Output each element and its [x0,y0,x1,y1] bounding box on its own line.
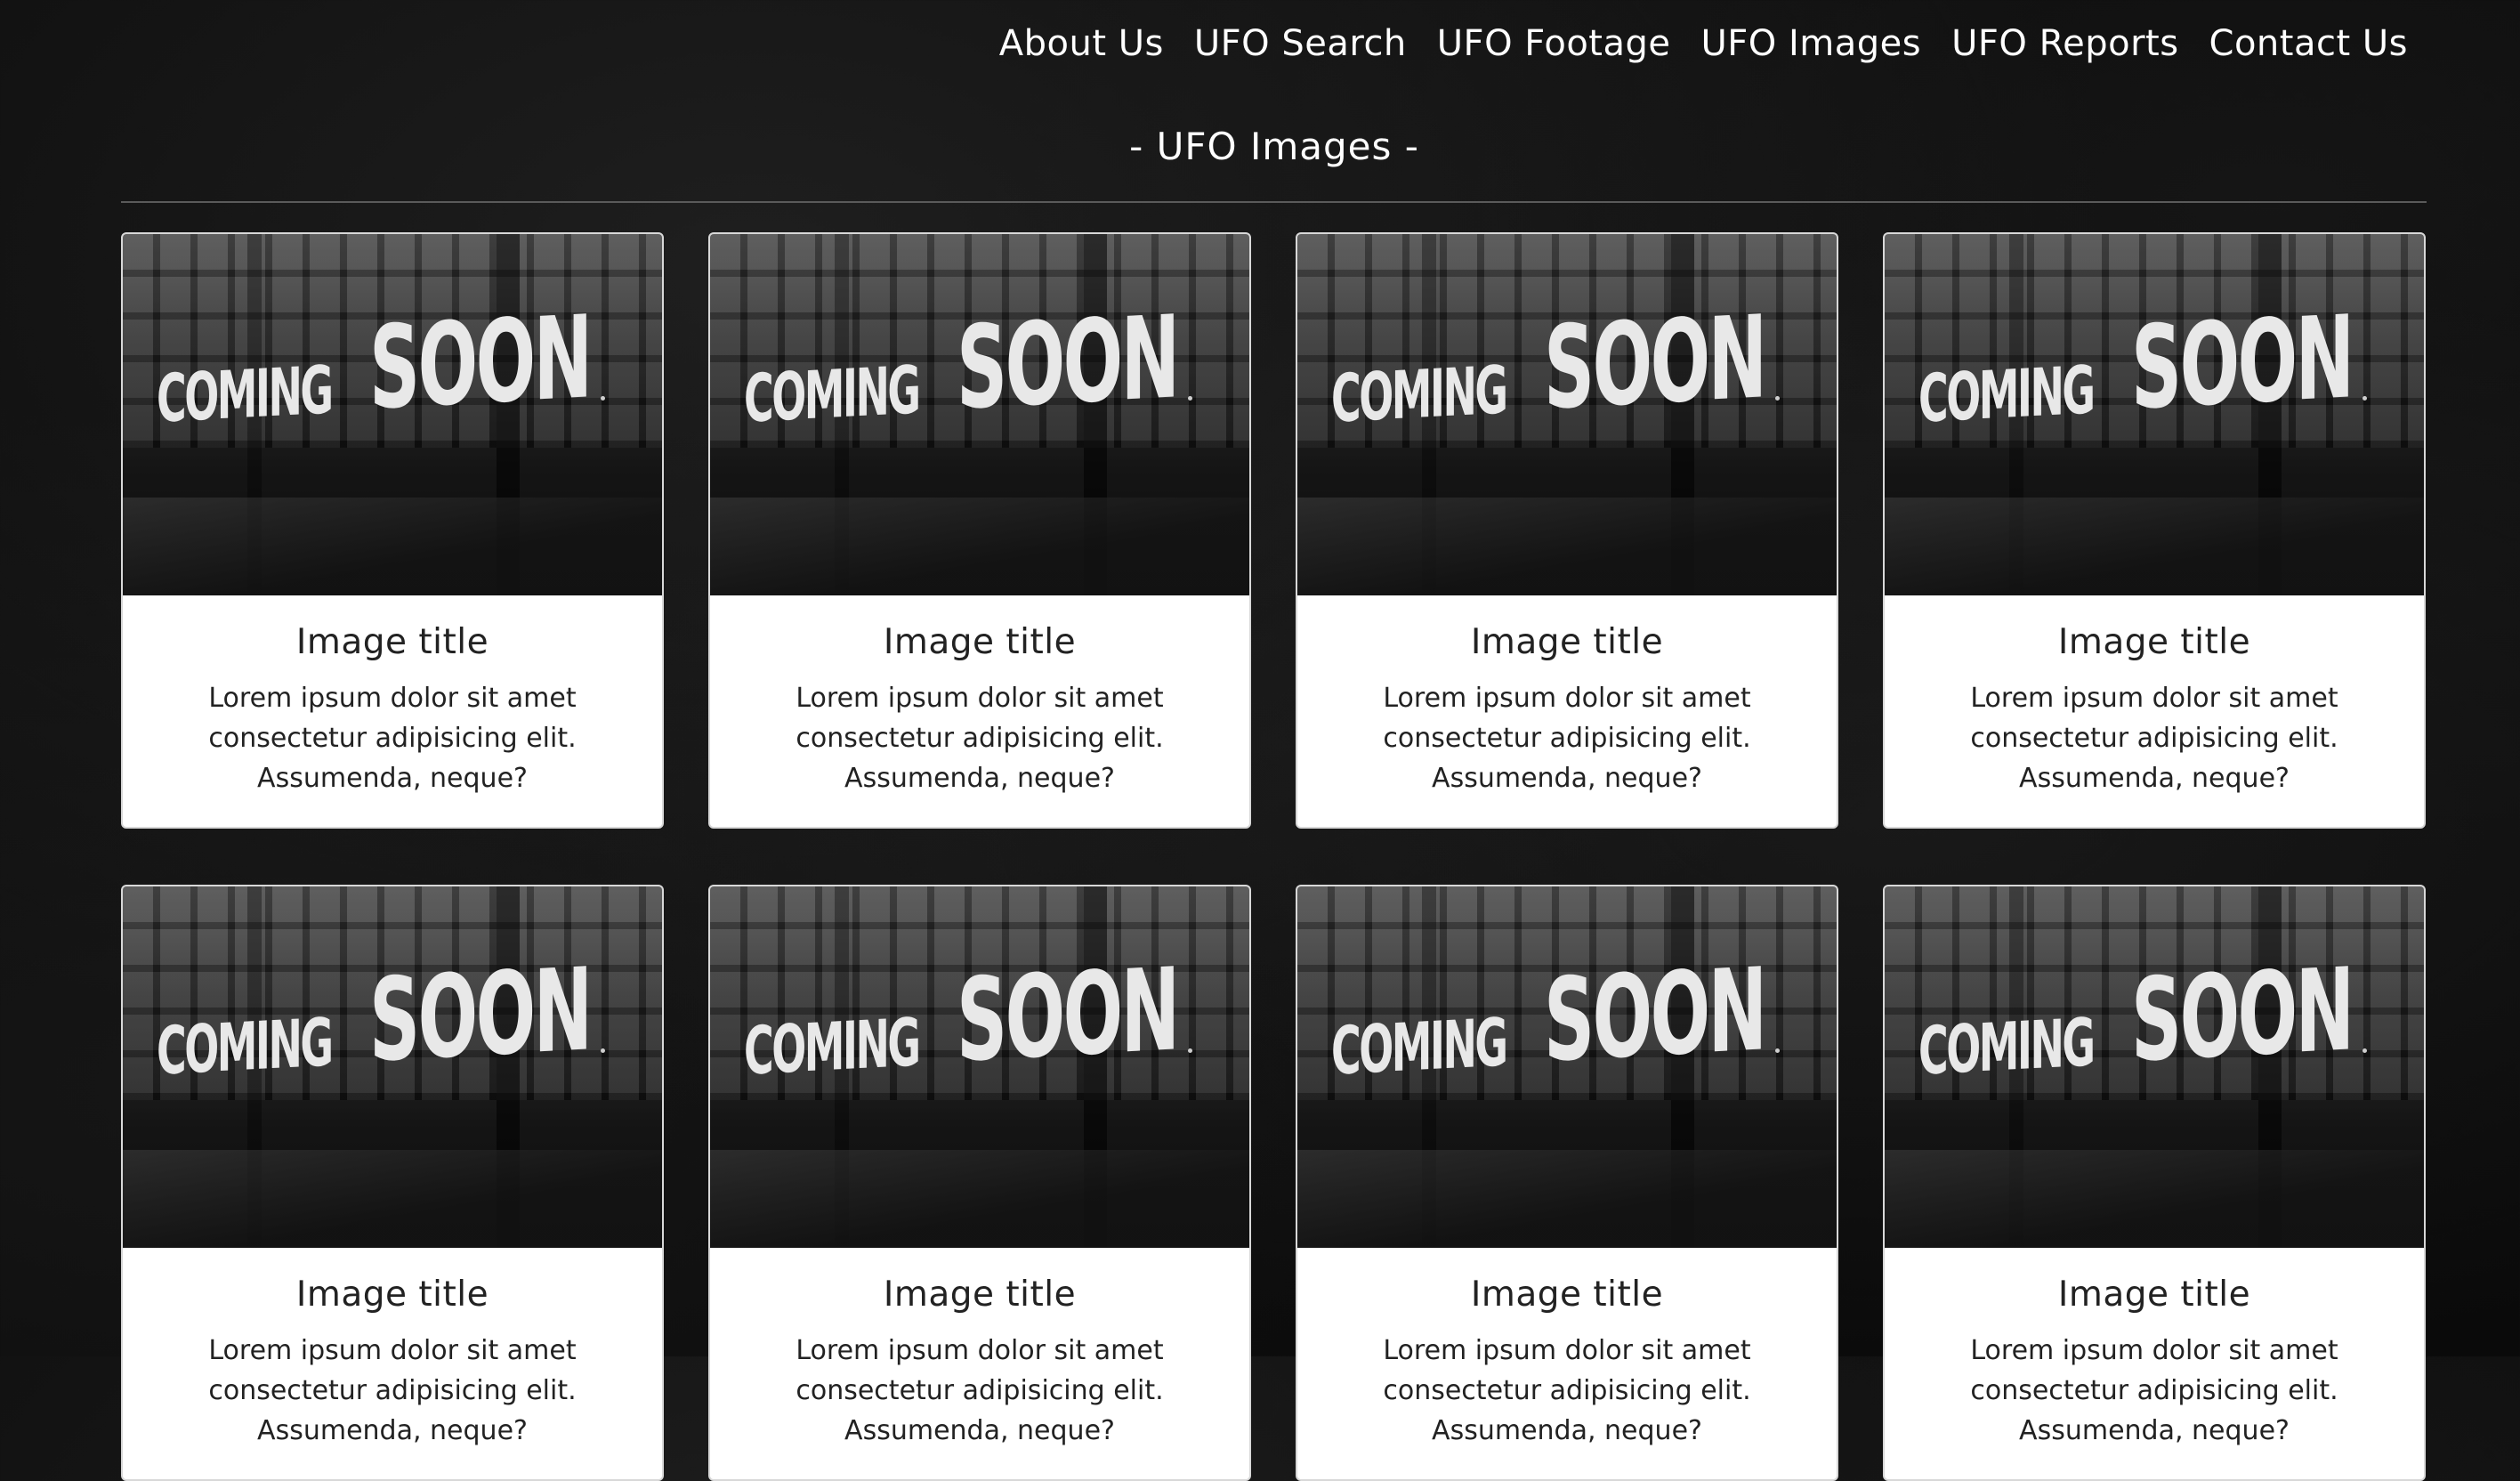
card-text: Lorem ipsum dolor sit amet consectetur a… [1383,683,1751,794]
card-text: Lorem ipsum dolor sit amet consectetur a… [1970,683,2338,794]
gallery-card[interactable]: COMING SOON Image title Lorem ipsum dolor… [708,885,1251,1481]
card-title: Image title [883,1275,1077,1315]
card-title: Image title [883,622,1077,662]
card-text: Lorem ipsum dolor sit amet consectetur a… [1970,1335,2338,1446]
card-title: Image title [2057,1275,2251,1315]
title-divider [121,201,2427,203]
gallery-card[interactable]: COMING SOON Image title Lorem ipsum dolor… [1883,885,2426,1481]
card-image: COMING SOON [710,886,1249,1248]
card-title: Image title [2057,622,2251,662]
card-image: COMING SOON [1885,234,2424,595]
nav-about-us[interactable]: About Us [999,23,1164,64]
gallery-card[interactable]: COMING SOON Image title Lorem ipsum dolor… [1296,232,1838,829]
nav-ufo-search[interactable]: UFO Search [1194,23,1407,64]
card-image: COMING SOON [1297,234,1837,595]
card-title: Image title [1470,622,1664,662]
card-text: Lorem ipsum dolor sit amet consectetur a… [208,1335,577,1446]
card-title: Image title [1470,1275,1664,1315]
card-image: COMING SOON [710,234,1249,595]
card-image: COMING SOON [1297,886,1837,1248]
nav-ufo-footage[interactable]: UFO Footage [1437,23,1671,64]
card-text: Lorem ipsum dolor sit amet consectetur a… [1383,1335,1751,1446]
nav-ufo-reports[interactable]: UFO Reports [1951,23,2178,64]
gallery-card[interactable]: COMING SOON Image title Lorem ipsum dolor… [1296,885,1838,1481]
card-title: Image title [295,622,489,662]
card-text: Lorem ipsum dolor sit amet consectetur a… [796,1335,1164,1446]
card-text: Lorem ipsum dolor sit amet consectetur a… [208,683,577,794]
main-nav: About Us UFO Search UFO Footage UFO Imag… [999,23,2408,64]
nav-contact-us[interactable]: Contact Us [2209,23,2408,64]
gallery-card[interactable]: COMING SOON Image title Lorem ipsum dolor… [121,885,664,1481]
card-title: Image title [295,1275,489,1315]
gallery-card[interactable]: COMING SOON Image title Lorem ipsum dolor… [708,232,1251,829]
nav-ufo-images[interactable]: UFO Images [1701,23,1922,64]
card-image: COMING SOON [1885,886,2424,1248]
gallery-card[interactable]: COMING SOON Image title Lorem ipsum dolor… [1883,232,2426,829]
card-text: Lorem ipsum dolor sit amet consectetur a… [796,683,1164,794]
card-image: COMING SOON [123,886,662,1248]
gallery-card[interactable]: COMING SOON Image title Lorem ipsum dolor… [121,232,664,829]
card-image: COMING SOON [123,234,662,595]
page-title: - UFO Images - [1129,125,1419,168]
